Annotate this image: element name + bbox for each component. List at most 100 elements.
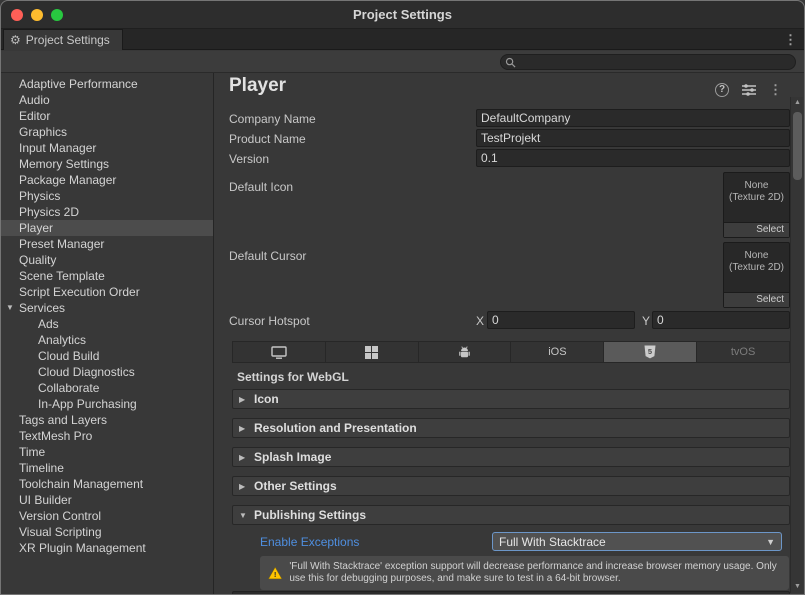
close-button[interactable] <box>11 9 23 21</box>
sidebar-item[interactable]: Timeline <box>1 460 213 476</box>
sidebar-item[interactable]: Physics 2D <box>1 204 213 220</box>
sidebar-item[interactable]: Analytics <box>1 332 213 348</box>
sidebar-item[interactable]: TextMesh Pro <box>1 428 213 444</box>
section-label: Splash Image <box>254 450 331 464</box>
sidebar-item[interactable]: Time <box>1 444 213 460</box>
sidebar-item-label: UI Builder <box>19 493 72 507</box>
sidebar-item[interactable]: Ads <box>1 316 213 332</box>
tab-platform-ios[interactable]: iOS <box>511 342 604 362</box>
sidebar-item-label: Adaptive Performance <box>19 77 138 91</box>
default-cursor-type: (Texture 2D) <box>724 262 789 274</box>
sidebar-item-label: XR Plugin Management <box>19 541 146 555</box>
tab-platform-webgl[interactable]: 5 <box>604 342 697 362</box>
tab-platform-windows-store[interactable] <box>326 342 419 362</box>
chevron-down-icon: ▼ <box>766 537 775 547</box>
sidebar-item[interactable]: Quality <box>1 252 213 268</box>
sidebar-item[interactable]: Memory Settings <box>1 156 213 172</box>
hotspot-y-input[interactable] <box>652 311 790 329</box>
tab-platform-standalone[interactable] <box>233 342 326 362</box>
minimize-button[interactable] <box>31 9 43 21</box>
sidebar-item-label: In-App Purchasing <box>38 397 137 411</box>
foldout-arrow-icon: ▶ <box>239 424 248 433</box>
vertical-scrollbar[interactable]: ▲ ▼ <box>790 97 803 593</box>
hotspot-x-input[interactable] <box>487 311 635 329</box>
scroll-down-icon[interactable]: ▼ <box>791 581 804 593</box>
settings-category-list: Adaptive Performance Audio Editor Graphi… <box>1 73 214 594</box>
search-input[interactable] <box>519 56 791 68</box>
presets-icon[interactable] <box>742 84 756 96</box>
gear-icon: ⚙ <box>10 34 21 46</box>
section-label: Other Settings <box>254 479 337 493</box>
default-icon-select-button[interactable]: Select <box>724 222 789 237</box>
scrollbar-thumb[interactable] <box>793 112 802 180</box>
cursor-hotspot-label: Cursor Hotspot <box>229 314 310 328</box>
help-icon[interactable]: ? <box>715 83 729 97</box>
section-header[interactable]: ▶ Splash Image <box>232 447 790 467</box>
default-cursor-select-button[interactable]: Select <box>724 292 789 307</box>
default-icon-type: (Texture 2D) <box>724 192 789 204</box>
sidebar-item-label: Services <box>19 301 65 315</box>
sidebar-item-label: Analytics <box>38 333 86 347</box>
scroll-up-icon[interactable]: ▲ <box>791 97 804 109</box>
search-field[interactable] <box>500 54 796 70</box>
sidebar-item[interactable]: Physics <box>1 188 213 204</box>
player-settings-panel: Player ? ⋮ Company Name Product Name Ver… <box>215 73 804 594</box>
foldout-arrow-icon: ▶ <box>239 453 248 462</box>
sidebar-item[interactable]: UI Builder <box>1 492 213 508</box>
section-header[interactable]: ▶ Resolution and Presentation <box>232 418 790 438</box>
tab-menu-icon[interactable]: ⋮ <box>784 32 797 48</box>
sidebar-item-label: Cloud Build <box>38 349 99 363</box>
sidebar-item-label: Collaborate <box>38 381 99 395</box>
section-header[interactable]: ▶ Other Settings <box>232 476 790 496</box>
kebab-menu-icon[interactable]: ⋮ <box>769 82 782 98</box>
sidebar-item[interactable]: Input Manager <box>1 140 213 156</box>
maximize-button[interactable] <box>51 9 63 21</box>
sidebar-item[interactable]: Graphics <box>1 124 213 140</box>
sidebar-item[interactable]: Scene Template <box>1 268 213 284</box>
ios-label: iOS <box>548 346 566 358</box>
sidebar-item-label: Visual Scripting <box>19 525 102 539</box>
sidebar-item-label: Timeline <box>19 461 64 475</box>
sidebar-item[interactable]: Player <box>1 220 213 236</box>
sidebar-item[interactable]: Package Manager <box>1 172 213 188</box>
sidebar-item-label: Physics <box>19 189 60 203</box>
tab-label: Project Settings <box>26 33 110 47</box>
sidebar-item[interactable]: ▼ Services <box>1 300 213 316</box>
sidebar-item[interactable]: Adaptive Performance <box>1 76 213 92</box>
default-icon-object-field[interactable]: None (Texture 2D) Select <box>723 172 790 238</box>
enable-exceptions-label: Enable Exceptions <box>260 535 359 549</box>
sidebar-item[interactable]: Collaborate <box>1 380 213 396</box>
tab-platform-tvos[interactable]: tvOS <box>697 342 789 362</box>
version-input[interactable] <box>476 149 790 167</box>
sidebar-item[interactable]: Visual Scripting <box>1 524 213 540</box>
warning-triangle-icon: ! <box>268 562 282 584</box>
sidebar-item-label: Package Manager <box>19 173 116 187</box>
tab-project-settings[interactable]: ⚙ Project Settings <box>3 29 123 50</box>
section-header[interactable]: ▼ Publishing Settings <box>232 505 790 525</box>
sidebar-item-label: Cloud Diagnostics <box>38 365 135 379</box>
section-label: Publishing Settings <box>254 508 366 522</box>
section-header[interactable]: ▶ Icon <box>232 389 790 409</box>
sidebar-item[interactable]: Version Control <box>1 508 213 524</box>
sidebar-item[interactable]: Cloud Diagnostics <box>1 364 213 380</box>
svg-text:5: 5 <box>648 347 652 356</box>
default-cursor-object-field[interactable]: None (Texture 2D) Select <box>723 242 790 308</box>
tab-platform-android[interactable] <box>419 342 512 362</box>
sidebar-item[interactable]: XR Plugin Management <box>1 540 213 556</box>
sidebar-item[interactable]: Editor <box>1 108 213 124</box>
sidebar-item-label: Script Execution Order <box>19 285 140 299</box>
sidebar-item-label: Editor <box>19 109 50 123</box>
sidebar-item[interactable]: Script Execution Order <box>1 284 213 300</box>
sidebar-item[interactable]: Tags and Layers <box>1 412 213 428</box>
sidebar-item[interactable]: Preset Manager <box>1 236 213 252</box>
enable-exceptions-dropdown[interactable]: Full With Stacktrace ▼ <box>492 532 782 551</box>
sidebar-item-label: Ads <box>38 317 59 331</box>
project-settings-window: Project Settings ⚙ Project Settings ⋮ Ad… <box>0 0 805 595</box>
sidebar-item[interactable]: Cloud Build <box>1 348 213 364</box>
sidebar-item[interactable]: Toolchain Management <box>1 476 213 492</box>
sidebar-item[interactable]: Audio <box>1 92 213 108</box>
company-name-input[interactable] <box>476 109 790 127</box>
sidebar-item[interactable]: In-App Purchasing <box>1 396 213 412</box>
product-name-input[interactable] <box>476 129 790 147</box>
sidebar-item-label: Input Manager <box>19 141 96 155</box>
